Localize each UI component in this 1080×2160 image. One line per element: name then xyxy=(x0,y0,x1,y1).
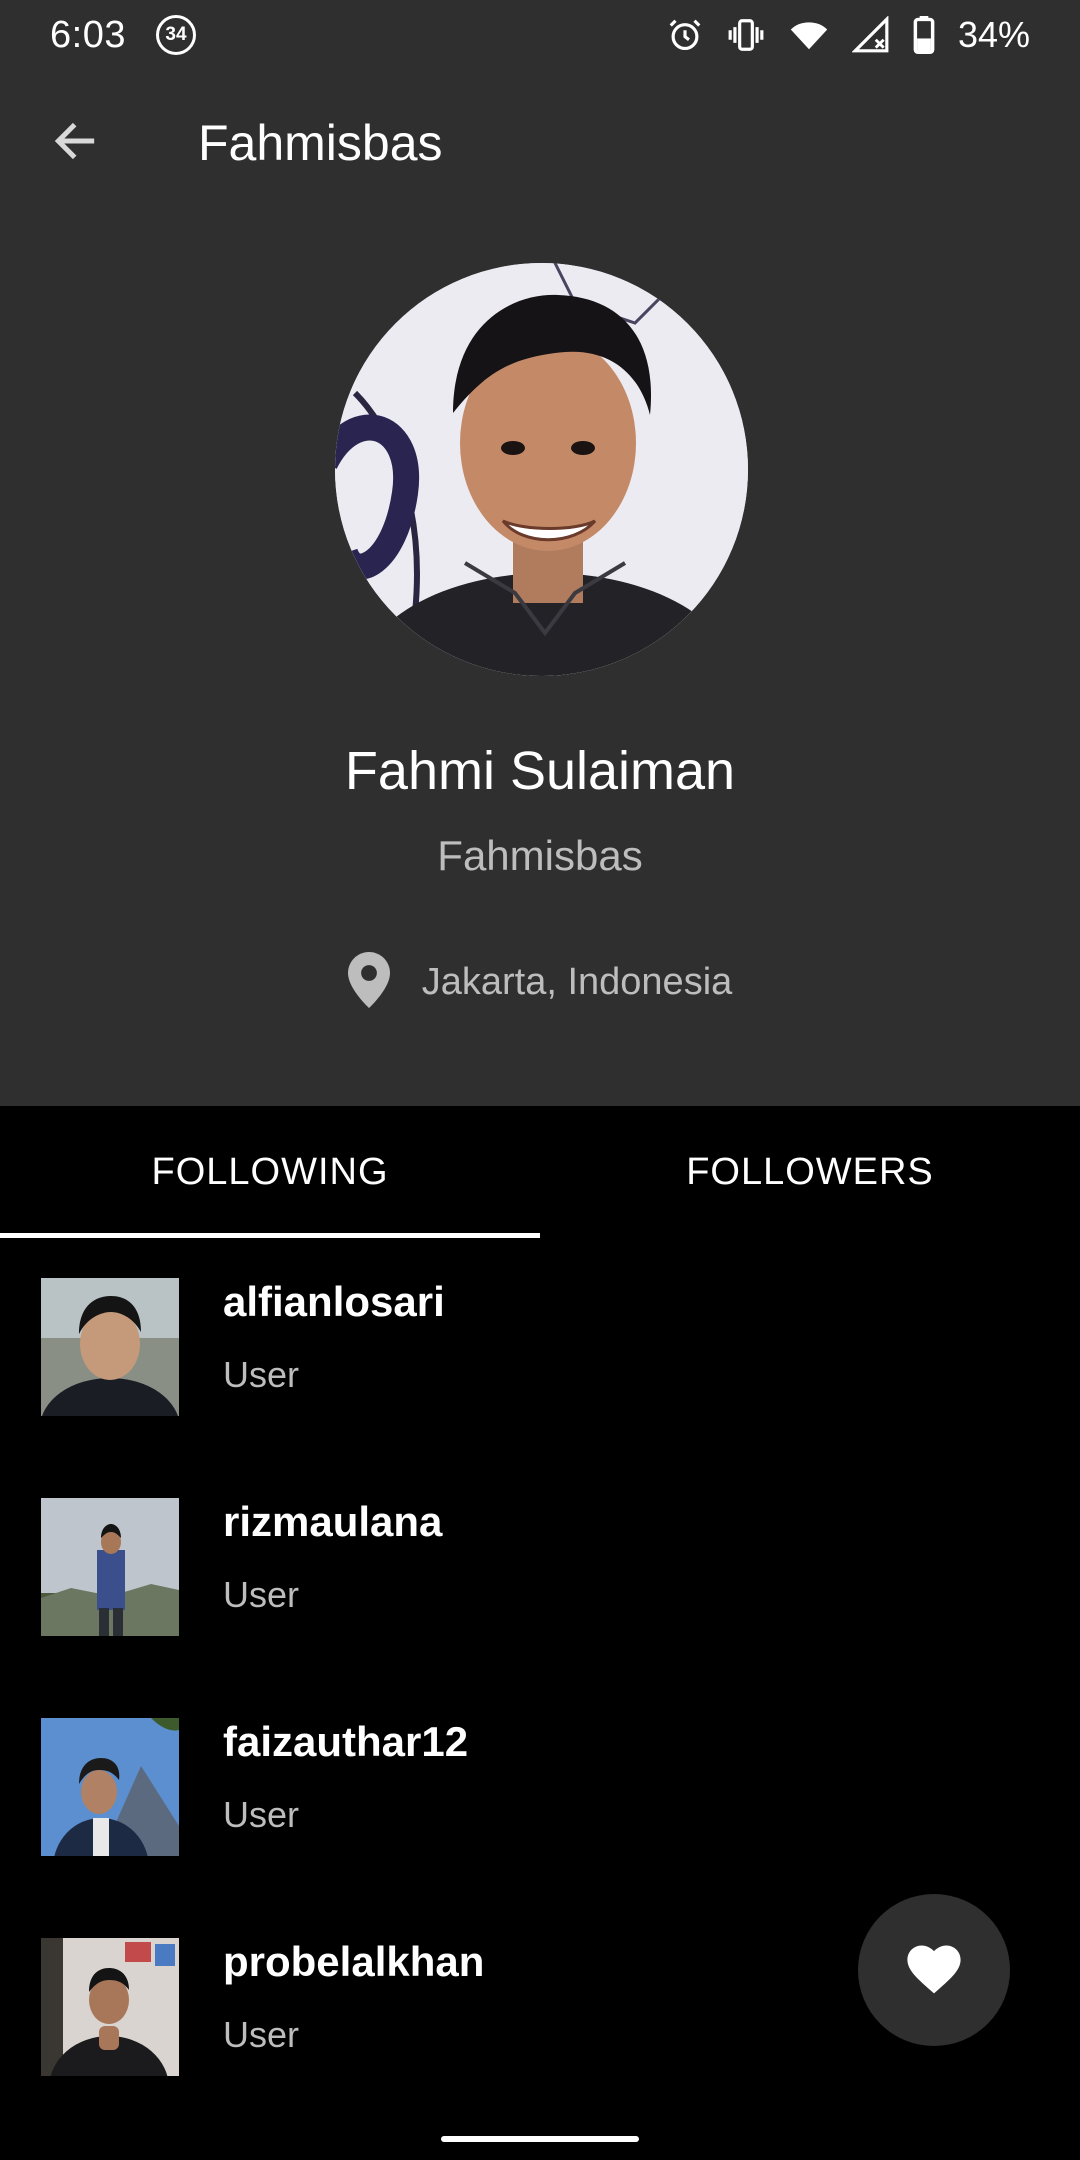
back-button[interactable] xyxy=(0,70,150,216)
user-type: User xyxy=(223,2014,300,2055)
tab-followers[interactable]: FOLLOWERS xyxy=(540,1106,1080,1238)
profile-username: Fahmisbas xyxy=(437,832,643,879)
status-right: 34% xyxy=(666,14,1030,56)
user-name: faizauthar12 xyxy=(223,1718,469,1765)
user-avatar xyxy=(41,1278,179,1416)
arrow-back-icon xyxy=(50,116,100,171)
tab-bar: FOLLOWING FOLLOWERS xyxy=(0,1106,1080,1238)
user-name: probelalkhan xyxy=(223,1938,485,1985)
signal-icon xyxy=(851,16,890,54)
alarm-icon xyxy=(666,16,704,54)
user-avatar xyxy=(41,1718,179,1856)
user-type: User xyxy=(223,1574,300,1615)
profile-avatar xyxy=(335,263,748,676)
gesture-nav-handle[interactable] xyxy=(441,2136,639,2142)
user-avatar xyxy=(41,1938,179,2076)
list-item[interactable]: alfianlosari User xyxy=(0,1238,1080,1458)
profile-header: 6:03 34 34% Fahmisbas Fahmi Sulaiman Fah… xyxy=(0,0,1080,1106)
battery-percentage: 34% xyxy=(957,14,1030,55)
notification-count-badge: 34 xyxy=(155,15,196,55)
app-bar: Fahmisbas xyxy=(0,70,1080,216)
vibrate-icon xyxy=(726,16,766,54)
tab-following[interactable]: FOLLOWING xyxy=(0,1106,540,1238)
battery-icon xyxy=(912,16,936,54)
tab-following-label: FOLLOWING xyxy=(151,1150,389,1193)
status-time: 6:03 xyxy=(50,13,126,56)
list-item[interactable]: faizauthar12 User xyxy=(0,1678,1080,1898)
user-avatar xyxy=(41,1498,179,1636)
user-type: User xyxy=(223,1354,300,1395)
profile-full-name: Fahmi Sulaiman xyxy=(344,741,736,801)
user-type: User xyxy=(223,1794,300,1835)
user-name: rizmaulana xyxy=(223,1498,443,1545)
location-pin-icon xyxy=(347,952,390,1013)
screen: 6:03 34 34% Fahmisbas Fahmi Sulaiman Fah… xyxy=(0,0,1080,2160)
list-item[interactable]: rizmaulana User xyxy=(0,1458,1080,1678)
favorite-fab-button[interactable] xyxy=(858,1894,1010,2046)
status-bar: 6:03 34 34% xyxy=(0,0,1080,70)
heart-icon xyxy=(905,1941,963,2000)
tab-followers-label: FOLLOWERS xyxy=(686,1150,934,1193)
status-left: 6:03 34 xyxy=(50,14,196,57)
location-row: Jakarta, Indonesia xyxy=(0,952,1080,1013)
wifi-icon xyxy=(788,16,830,54)
app-bar-title: Fahmisbas xyxy=(198,115,443,171)
user-name: alfianlosari xyxy=(223,1278,445,1325)
location-text: Jakarta, Indonesia xyxy=(421,961,733,1003)
